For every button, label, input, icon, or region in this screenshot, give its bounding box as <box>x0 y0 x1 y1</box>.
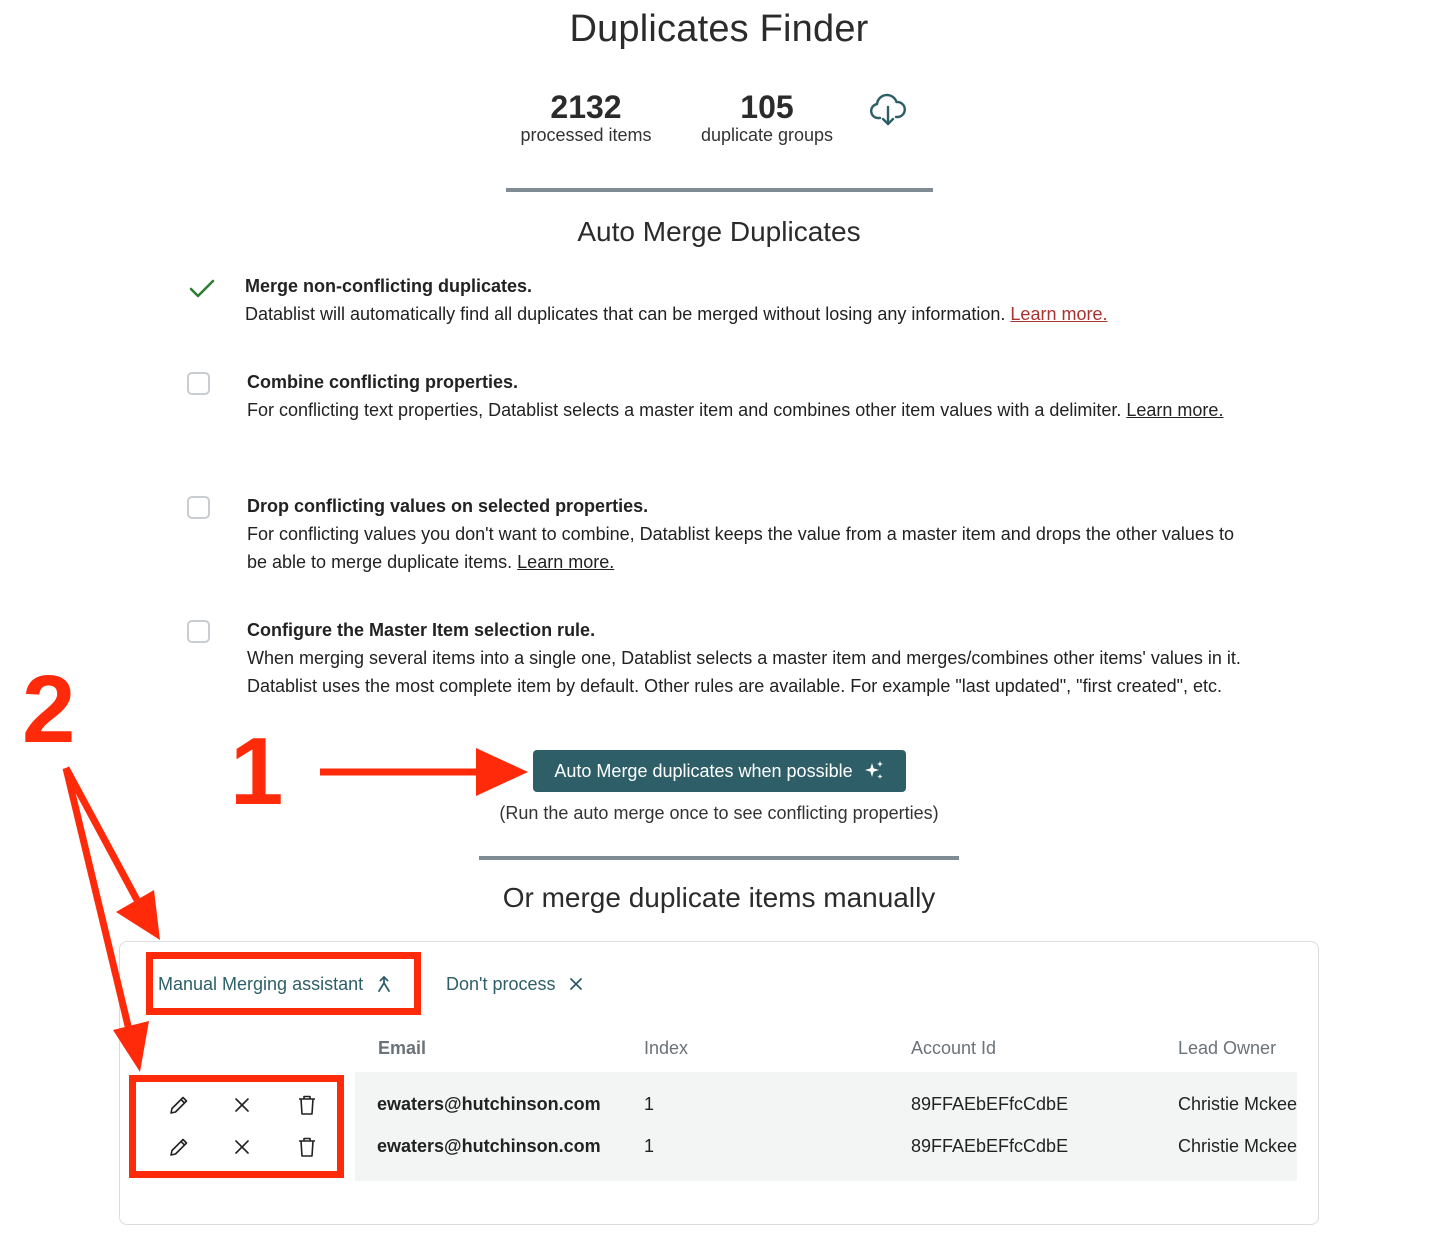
option-title: Combine conflicting properties. <box>247 372 519 392</box>
option-drop-conflicting: Drop conflicting values on selected prop… <box>247 492 1257 576</box>
arrow-2a-line <box>62 766 141 902</box>
stat-label: processed items <box>520 125 652 145</box>
learn-more-link[interactable]: Learn more. <box>517 552 614 572</box>
checkmark-icon <box>188 278 218 302</box>
option-master-item-rule: Configure the Master Item selection rule… <box>247 616 1257 700</box>
option-title: Merge non-conflicting duplicates. <box>245 276 533 296</box>
stat-duplicate-groups: 105 duplicate groups <box>686 88 848 146</box>
sparkles-icon <box>863 760 885 782</box>
learn-more-link[interactable]: Learn more. <box>1010 304 1107 324</box>
cell-index: 1 <box>644 1094 655 1114</box>
cell-email: ewaters@hutchinson.com <box>377 1136 601 1156</box>
page-title: Duplicates Finder <box>569 8 869 50</box>
auto-merge-button[interactable]: Auto Merge duplicates when possible <box>533 750 906 792</box>
option-desc: For conflicting text properties, Databli… <box>247 396 1257 424</box>
checkbox-master-item-rule[interactable] <box>187 620 210 643</box>
cell-account-id: 89FFAEbEFfcCdbE <box>911 1136 1069 1156</box>
stat-value: 2132 <box>550 89 622 125</box>
checkbox-combine-conflicting[interactable] <box>187 372 210 395</box>
cell-account-id: 89FFAEbEFfcCdbE <box>911 1094 1069 1114</box>
checkbox-drop-conflicting[interactable] <box>187 496 210 519</box>
option-combine-conflicting: Combine conflicting properties. For conf… <box>247 368 1257 424</box>
option-desc-text: For conflicting text properties, Databli… <box>247 400 1122 420</box>
divider <box>479 856 959 860</box>
option-desc: For conflicting values you don't want to… <box>247 520 1257 576</box>
close-icon <box>568 976 584 992</box>
stat-value: 105 <box>740 89 794 125</box>
duplicate-group-rows: ewaters@hutchinson.com 1 89FFAEbEFfcCdbE… <box>355 1072 1297 1181</box>
option-desc: When merging several items into a single… <box>247 648 1241 696</box>
option-desc-text: For conflicting values you don't want to… <box>247 524 1234 572</box>
arrow-1-head <box>476 748 528 796</box>
annotation-highlight-tab <box>146 952 421 1015</box>
auto-merge-hint: (Run the auto merge once to see conflict… <box>499 803 939 823</box>
option-desc: Datablist will automatically find all du… <box>245 300 1255 328</box>
divider <box>506 188 933 192</box>
auto-merge-title: Auto Merge Duplicates <box>577 216 861 247</box>
cell-lead-owner: Christie Mckee <box>1178 1136 1297 1156</box>
annotation-number-1: 1 <box>230 718 284 825</box>
column-header-lead-owner[interactable]: Lead Owner <box>1178 1038 1276 1059</box>
annotation-highlight-row-actions <box>129 1075 344 1178</box>
auto-merge-button-label: Auto Merge duplicates when possible <box>554 760 853 781</box>
cell-index: 1 <box>644 1136 655 1156</box>
cell-lead-owner: Christie Mckee <box>1178 1094 1297 1114</box>
column-header-email[interactable]: Email <box>378 1038 426 1059</box>
cloud-download-icon[interactable] <box>868 93 908 129</box>
option-merge-non-conflicting: Merge non-conflicting duplicates. Databl… <box>245 272 1255 328</box>
column-header-index[interactable]: Index <box>644 1038 688 1059</box>
stat-processed-items: 2132 processed items <box>506 88 666 146</box>
cell-email: ewaters@hutchinson.com <box>377 1094 601 1114</box>
annotation-number-2: 2 <box>22 656 76 763</box>
stat-label: duplicate groups <box>700 125 834 145</box>
option-title: Drop conflicting values on selected prop… <box>247 496 649 516</box>
option-desc-text: Datablist will automatically find all du… <box>245 304 1006 324</box>
learn-more-link[interactable]: Learn more. <box>1126 400 1223 420</box>
option-title: Configure the Master Item selection rule… <box>247 620 596 640</box>
column-header-account-id[interactable]: Account Id <box>911 1038 996 1059</box>
tab-dont-process[interactable]: Don't process <box>446 970 584 998</box>
tab-label: Don't process <box>446 973 556 994</box>
manual-merge-title: Or merge duplicate items manually <box>502 882 936 913</box>
